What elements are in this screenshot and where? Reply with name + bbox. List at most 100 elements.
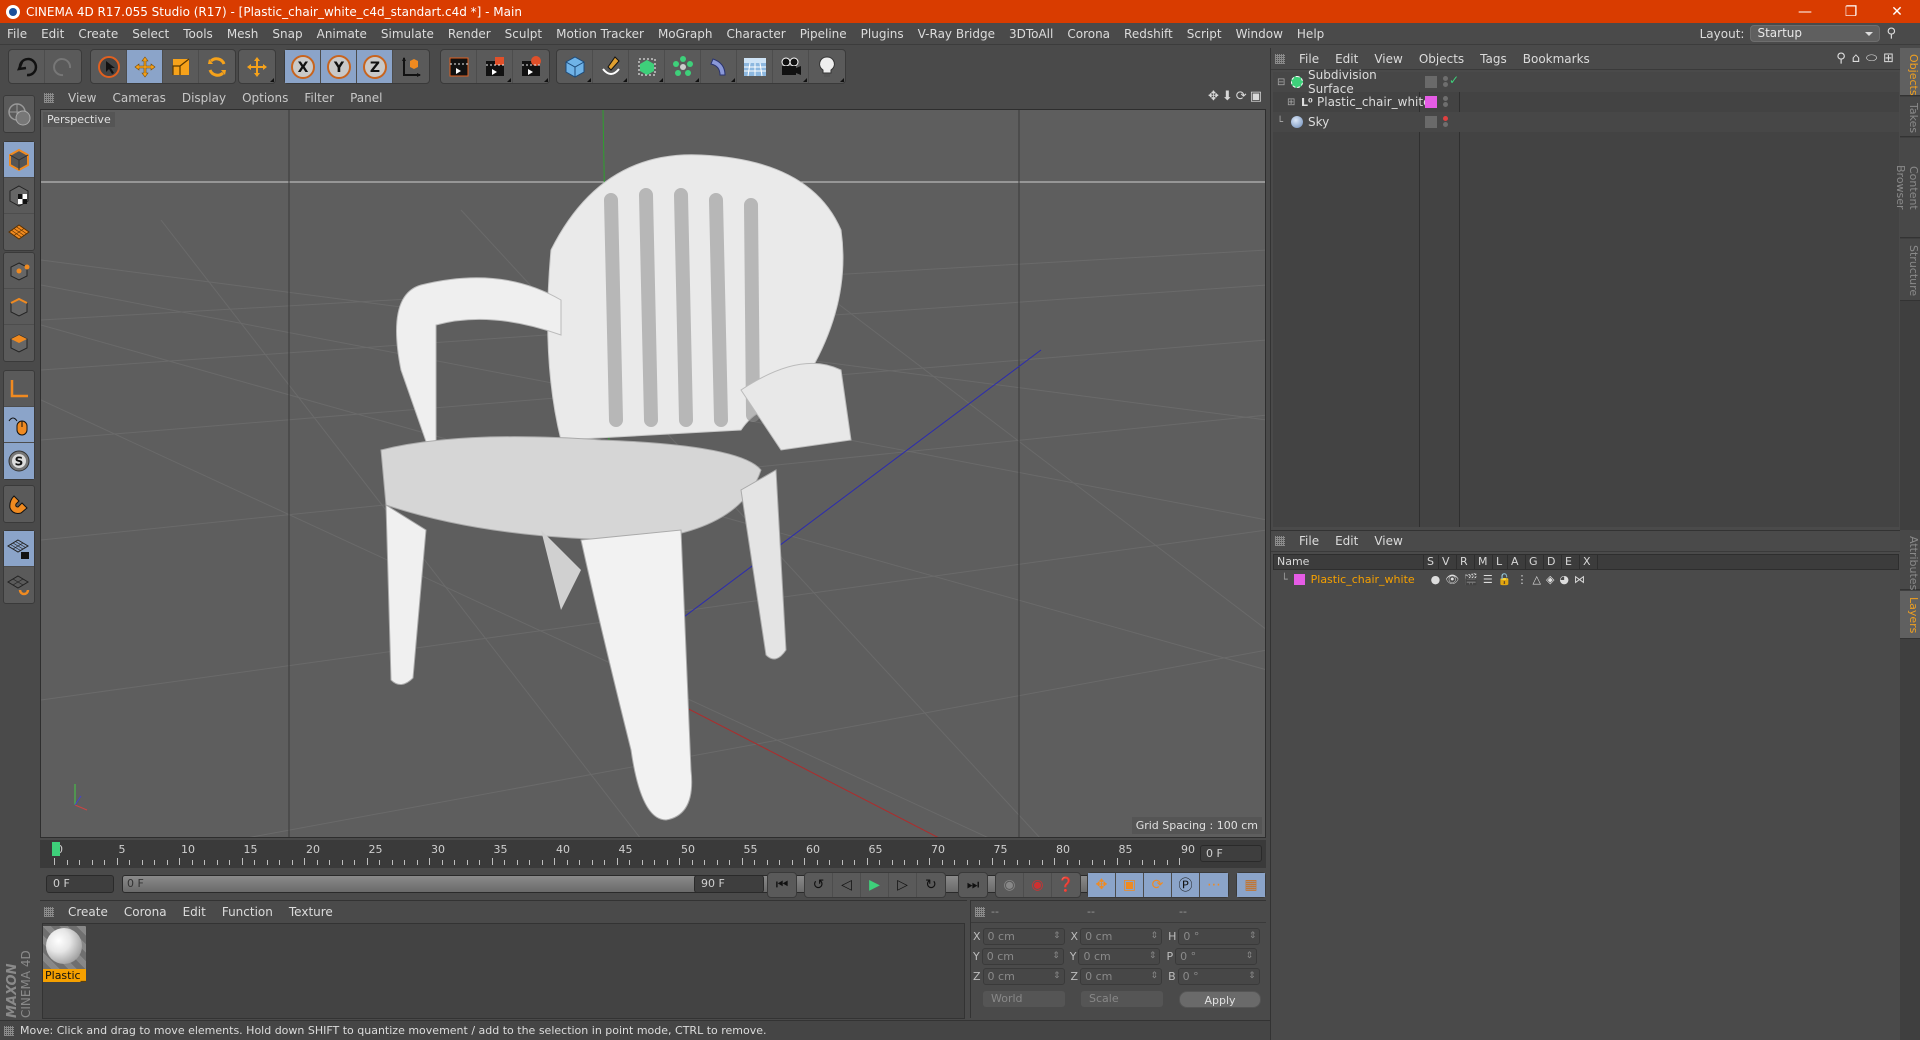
- menu-motion-tracker[interactable]: Motion Tracker: [549, 23, 651, 45]
- workplane-mode-icon[interactable]: [4, 214, 34, 250]
- col-generators[interactable]: G: [1526, 554, 1544, 570]
- pan-icon[interactable]: ✥: [1208, 89, 1219, 104]
- cube-primitive-icon[interactable]: [557, 50, 593, 83]
- key-position-icon[interactable]: ✥: [1088, 873, 1116, 897]
- menu-sculpt[interactable]: Sculpt: [498, 23, 549, 45]
- size-z-field[interactable]: 0 cm: [1080, 968, 1163, 985]
- undo-icon[interactable]: [9, 50, 45, 83]
- rotate-icon[interactable]: [199, 50, 235, 83]
- col-xrefs[interactable]: X: [1580, 554, 1598, 570]
- scale-icon[interactable]: [163, 50, 199, 83]
- col-animation[interactable]: A: [1508, 554, 1526, 570]
- apply-button[interactable]: Apply: [1179, 991, 1261, 1008]
- col-manager[interactable]: M: [1475, 554, 1493, 570]
- coordinate-system-icon[interactable]: [393, 50, 429, 83]
- object-row-plastic-chair-white[interactable]: ⊞ L⁰ Plastic_chair_white: [1273, 92, 1899, 112]
- panel-grip[interactable]: [1275, 53, 1285, 64]
- panel-grip[interactable]: [44, 907, 54, 917]
- axis-mode-icon[interactable]: [4, 371, 34, 407]
- key-scale-icon[interactable]: ▣: [1116, 873, 1144, 897]
- tab-content-browser[interactable]: Content Browser: [1894, 138, 1920, 238]
- layer-tag-icon[interactable]: [1425, 116, 1437, 128]
- mat-menu-texture[interactable]: Texture: [281, 905, 341, 919]
- make-editable-icon[interactable]: [4, 96, 34, 132]
- layer-name[interactable]: Plastic_chair_white: [1311, 573, 1427, 586]
- frame-ruler[interactable]: 051015202530354045505560657075808590: [50, 842, 1195, 866]
- size-x-field[interactable]: 0 cm: [1080, 928, 1163, 945]
- material-swatch[interactable]: Plastic_v: [43, 926, 86, 982]
- mat-menu-corona[interactable]: Corona: [116, 905, 175, 919]
- 3d-viewport[interactable]: Perspective Grid Spacing : 100 cm: [40, 109, 1266, 838]
- manager-toggle-icon[interactable]: ☰: [1483, 573, 1493, 586]
- rot-p-field[interactable]: 0 °: [1175, 948, 1258, 965]
- visible-toggle-icon[interactable]: 👁: [1445, 573, 1459, 586]
- render-view-icon[interactable]: [441, 50, 477, 83]
- menu-plugins[interactable]: Plugins: [854, 23, 911, 45]
- layout-dropdown[interactable]: Startup: [1750, 25, 1881, 42]
- menu-3dtoall[interactable]: 3DToAll: [1002, 23, 1060, 45]
- lm-menu-view[interactable]: View: [1366, 534, 1410, 548]
- live-selection-icon[interactable]: [91, 50, 127, 83]
- viewport-menu-options[interactable]: Options: [234, 91, 296, 105]
- pos-x-field[interactable]: 0 cm: [982, 928, 1065, 945]
- om-menu-bookmarks[interactable]: Bookmarks: [1515, 52, 1598, 66]
- visibility-dots[interactable]: [1443, 95, 1448, 108]
- render-picture-viewer-icon[interactable]: [477, 50, 513, 83]
- menu-tools[interactable]: Tools: [176, 23, 220, 45]
- col-locked[interactable]: L: [1493, 554, 1508, 570]
- menu-redshift[interactable]: Redshift: [1117, 23, 1180, 45]
- tweak-mode-icon[interactable]: [4, 407, 34, 443]
- visibility-dots[interactable]: [1443, 115, 1448, 128]
- menu-corona[interactable]: Corona: [1060, 23, 1117, 45]
- start-frame-field[interactable]: 0 F: [46, 875, 114, 893]
- previous-frame-icon[interactable]: ◁: [833, 873, 861, 897]
- timeline-window-icon[interactable]: ▦: [1237, 873, 1265, 897]
- object-row-sky[interactable]: └ Sky: [1273, 112, 1899, 132]
- deformers-toggle-icon[interactable]: ◈: [1546, 573, 1554, 586]
- search-icon[interactable]: ⚲: [1836, 51, 1846, 66]
- col-expressions[interactable]: E: [1562, 554, 1580, 570]
- current-frame-field[interactable]: 0 F: [1200, 845, 1262, 862]
- rot-h-field[interactable]: 0 °: [1178, 928, 1261, 945]
- layer-color-tag[interactable]: [1425, 96, 1437, 108]
- floor-environment-icon[interactable]: [737, 50, 773, 83]
- size-y-field[interactable]: 0 cm: [1078, 948, 1161, 965]
- expand-icon[interactable]: ⊞: [1287, 97, 1297, 108]
- search-icon[interactable]: ⚲: [1886, 26, 1896, 41]
- dolly-icon[interactable]: ⬇: [1222, 89, 1233, 104]
- array-cloner-icon[interactable]: [665, 50, 701, 83]
- object-name[interactable]: Sky: [1308, 115, 1420, 129]
- polygons-mode-icon[interactable]: [4, 325, 34, 361]
- col-render[interactable]: R: [1457, 554, 1475, 570]
- x-axis-lock-icon[interactable]: X: [285, 50, 321, 83]
- plastic-chair-model[interactable]: [380, 154, 852, 821]
- camera-icon[interactable]: [773, 50, 809, 83]
- restore-button[interactable]: ❐: [1828, 4, 1874, 20]
- visibility-dots[interactable]: [1443, 75, 1448, 88]
- menu-create[interactable]: Create: [71, 23, 125, 45]
- key-rotation-icon[interactable]: ⟳: [1144, 873, 1172, 897]
- viewport-menu-display[interactable]: Display: [174, 91, 234, 105]
- expressions-toggle-icon[interactable]: ◕: [1559, 573, 1569, 586]
- end-frame-field[interactable]: 90 F: [694, 875, 764, 893]
- tab-layers[interactable]: Layers: [1900, 591, 1920, 639]
- tab-attributes[interactable]: Attributes: [1900, 530, 1920, 590]
- menu-file[interactable]: File: [0, 23, 34, 45]
- motion-record-icon[interactable]: ◉: [996, 873, 1024, 897]
- key-parameter-icon[interactable]: Ⓟ: [1172, 873, 1200, 897]
- minimize-button[interactable]: —: [1782, 4, 1828, 20]
- animation-toggle-icon[interactable]: ⋮: [1516, 573, 1527, 586]
- filter-icon[interactable]: ⬭: [1866, 51, 1877, 66]
- mat-menu-function[interactable]: Function: [214, 905, 281, 919]
- viewport-menu-filter[interactable]: Filter: [296, 91, 342, 105]
- home-icon[interactable]: ⌂: [1852, 51, 1860, 66]
- orbit-icon[interactable]: ⟳: [1236, 89, 1247, 104]
- menu-simulate[interactable]: Simulate: [374, 23, 441, 45]
- menu-mograph[interactable]: MoGraph: [651, 23, 720, 45]
- col-name[interactable]: Name: [1274, 554, 1424, 570]
- col-solo[interactable]: S: [1424, 554, 1439, 570]
- deformer-bend-icon[interactable]: [701, 50, 737, 83]
- go-to-end-icon[interactable]: ⏭: [959, 873, 987, 897]
- close-button[interactable]: ✕: [1874, 4, 1920, 20]
- panel-grip[interactable]: [975, 906, 985, 917]
